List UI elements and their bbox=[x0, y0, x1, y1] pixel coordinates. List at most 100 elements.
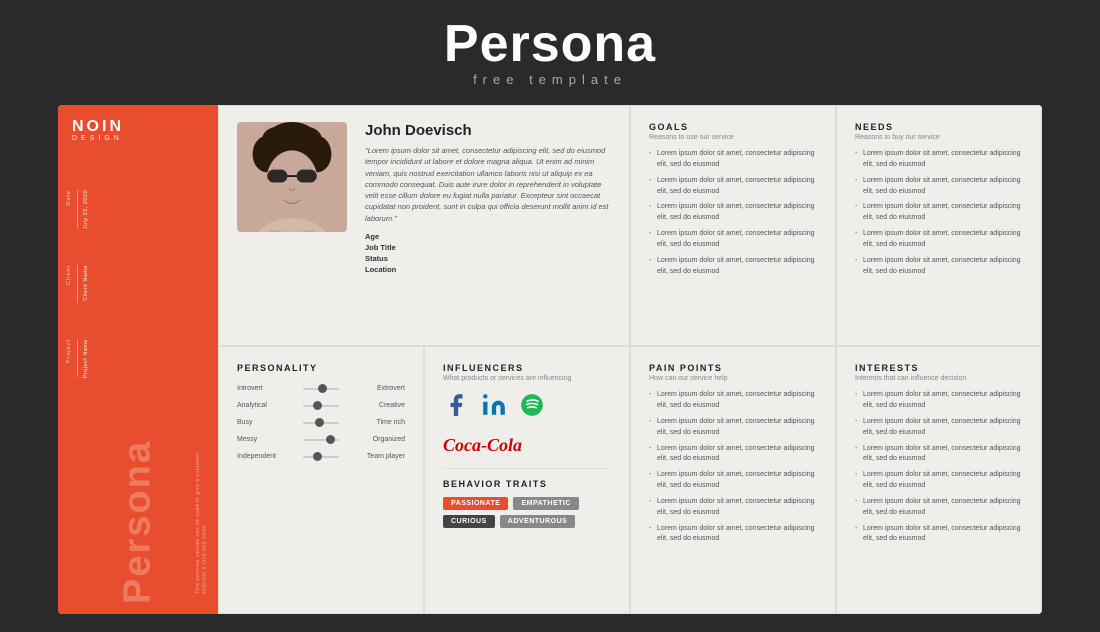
facebook-icon bbox=[443, 392, 469, 423]
list-item: Lorem ipsum dolor sit amet, consectetur … bbox=[855, 229, 1023, 251]
job-label: Job Title bbox=[365, 243, 396, 252]
project-value: Project Name bbox=[83, 339, 89, 378]
tag-empathetic: EMPATHETIC bbox=[513, 497, 578, 510]
list-item: Lorem ipsum dolor sit amet, consectetur … bbox=[855, 202, 1023, 224]
needs-sub: Reasons to buy our service bbox=[855, 134, 1023, 141]
list-item: Lorem ipsum dolor sit amet, consectetur … bbox=[649, 256, 817, 278]
profile-name: John Doevisch bbox=[365, 122, 611, 139]
age-label: Age bbox=[365, 232, 396, 241]
page-title: Persona bbox=[0, 18, 1100, 70]
slider-row: Analytical Creative bbox=[237, 402, 405, 409]
list-item: Lorem ipsum dolor sit amet, consectetur … bbox=[855, 149, 1023, 171]
list-item: Lorem ipsum dolor sit amet, consectetur … bbox=[649, 149, 817, 171]
list-item: Lorem ipsum dolor sit amet, consectetur … bbox=[855, 444, 1023, 466]
goals-sub: Reasons to use our service bbox=[649, 134, 817, 141]
list-item: Lorem ipsum dolor sit amet, consectetur … bbox=[649, 417, 817, 439]
profile-info: John Doevisch "Lorem ipsum dolor sit ame… bbox=[365, 122, 611, 274]
personality-title: PERSONALITY bbox=[237, 363, 405, 373]
list-item: Lorem ipsum dolor sit amet, consectetur … bbox=[649, 202, 817, 224]
slider-row: Busy Time rich bbox=[237, 419, 405, 426]
needs-list: Lorem ipsum dolor sit amet, consectetur … bbox=[855, 149, 1023, 277]
goals-list: Lorem ipsum dolor sit amet, consectetur … bbox=[649, 149, 817, 277]
page-subtitle: free template bbox=[0, 72, 1100, 87]
location-value bbox=[404, 265, 611, 274]
persona-big-text: Persona bbox=[117, 440, 160, 604]
slider-label-organized: Organized bbox=[345, 436, 405, 443]
slider-label-messy: Messy bbox=[237, 436, 297, 443]
slider-label-analytical: Analytical bbox=[237, 402, 297, 409]
tag-passionate: PASSIONATE bbox=[443, 497, 508, 510]
list-item: Lorem ipsum dolor sit amet, consectetur … bbox=[855, 417, 1023, 439]
influencer-icons: Coca-Cola bbox=[443, 392, 611, 456]
list-item: Lorem ipsum dolor sit amet, consectetur … bbox=[855, 524, 1023, 546]
goals-title: GOALS bbox=[649, 122, 817, 132]
profile-details: Age Job Title Status Location bbox=[365, 232, 611, 274]
slider-row: Independent Team player bbox=[237, 453, 405, 460]
interests-list: Lorem ipsum dolor sit amet, consectetur … bbox=[855, 390, 1023, 545]
profile-quote: "Lorem ipsum dolor sit amet, consectetur… bbox=[365, 145, 611, 224]
main-card: NOIN DESIGN Date July 23, 2020 Client Cl… bbox=[58, 105, 1042, 614]
brand-name: NOIN bbox=[72, 119, 204, 135]
location-label: Location bbox=[365, 265, 396, 274]
status-label: Status bbox=[365, 254, 396, 263]
spotify-icon bbox=[519, 392, 545, 423]
slider-track bbox=[303, 456, 339, 458]
tag-adventurous: ADVENTUROUS bbox=[500, 515, 576, 528]
sidebar: NOIN DESIGN Date July 23, 2020 Client Cl… bbox=[58, 105, 218, 614]
profile-cell: John Doevisch "Lorem ipsum dolor sit ame… bbox=[218, 105, 630, 346]
content-grid: John Doevisch "Lorem ipsum dolor sit ame… bbox=[218, 105, 1042, 614]
slider-row: Messy Organized bbox=[237, 436, 405, 443]
slider-label-extrovert: Extrovert bbox=[345, 385, 405, 392]
slider-track bbox=[303, 388, 339, 390]
list-item: Lorem ipsum dolor sit amet, consectetur … bbox=[649, 176, 817, 198]
pain-points-cell: PAIN POINTS How can our service help Lor… bbox=[630, 346, 836, 614]
linkedin-icon bbox=[481, 392, 507, 423]
job-value bbox=[404, 243, 611, 252]
personality-sliders: Introvert Extrovert Analytical Creative … bbox=[237, 385, 405, 460]
list-item: Lorem ipsum dolor sit amet, consectetur … bbox=[649, 390, 817, 412]
influencers-title: INFLUENCERS bbox=[443, 363, 611, 373]
persona-desc: This persona canvas can be used to give … bbox=[195, 434, 208, 594]
date-value: July 23, 2020 bbox=[83, 190, 89, 229]
header: Persona free template bbox=[0, 0, 1100, 99]
influencers-sub: What products or services are influencin… bbox=[443, 375, 611, 382]
behavior-traits-title: BEHAVIOR TRAITS bbox=[443, 479, 611, 489]
list-item: Lorem ipsum dolor sit amet, consectetur … bbox=[855, 470, 1023, 492]
slider-row: Introvert Extrovert bbox=[237, 385, 405, 392]
list-item: Lorem ipsum dolor sit amet, consectetur … bbox=[649, 470, 817, 492]
slider-track bbox=[303, 405, 339, 407]
tag-curious: CURIOUS bbox=[443, 515, 495, 528]
behavior-tags: PASSIONATE EMPATHETIC CURIOUS ADVENTUROU… bbox=[443, 497, 611, 528]
brand: NOIN DESIGN bbox=[58, 105, 218, 152]
list-item: Lorem ipsum dolor sit amet, consectetur … bbox=[649, 524, 817, 546]
list-item: Lorem ipsum dolor sit amet, consectetur … bbox=[855, 256, 1023, 278]
slider-label-timerich: Time rich bbox=[345, 419, 405, 426]
interests-title: INTERESTS bbox=[855, 363, 1023, 373]
age-value bbox=[404, 232, 611, 241]
slider-label-introvert: Introvert bbox=[237, 385, 297, 392]
interests-sub: Interests that can influence decision bbox=[855, 375, 1023, 382]
slider-label-busy: Busy bbox=[237, 419, 297, 426]
list-item: Lorem ipsum dolor sit amet, consectetur … bbox=[855, 497, 1023, 519]
goals-cell: GOALS Reasons to use our service Lorem i… bbox=[630, 105, 836, 346]
influencers-cell: INFLUENCERS What products or services ar… bbox=[424, 346, 630, 614]
list-item: Lorem ipsum dolor sit amet, consectetur … bbox=[855, 176, 1023, 198]
client-value: Client Name bbox=[83, 265, 89, 301]
needs-title: NEEDS bbox=[855, 122, 1023, 132]
personality-cell: PERSONALITY Introvert Extrovert Analytic… bbox=[218, 346, 424, 614]
project-label: Project bbox=[66, 339, 72, 363]
pain-list: Lorem ipsum dolor sit amet, consectetur … bbox=[649, 390, 817, 545]
list-item: Lorem ipsum dolor sit amet, consectetur … bbox=[855, 390, 1023, 412]
status-value bbox=[404, 254, 611, 263]
slider-track bbox=[303, 439, 339, 441]
pain-sub: How can our service help bbox=[649, 375, 817, 382]
cocacola-icon: Coca-Cola bbox=[443, 435, 522, 456]
date-label: Date bbox=[66, 190, 72, 206]
needs-cell: NEEDS Reasons to buy our service Lorem i… bbox=[836, 105, 1042, 346]
list-item: Lorem ipsum dolor sit amet, consectetur … bbox=[649, 444, 817, 466]
list-item: Lorem ipsum dolor sit amet, consectetur … bbox=[649, 497, 817, 519]
behavior-traits-section: BEHAVIOR TRAITS PASSIONATE EMPATHETIC CU… bbox=[443, 468, 611, 528]
brand-sub: DESIGN bbox=[72, 135, 204, 142]
slider-track bbox=[303, 422, 339, 424]
profile-photo bbox=[237, 122, 347, 232]
